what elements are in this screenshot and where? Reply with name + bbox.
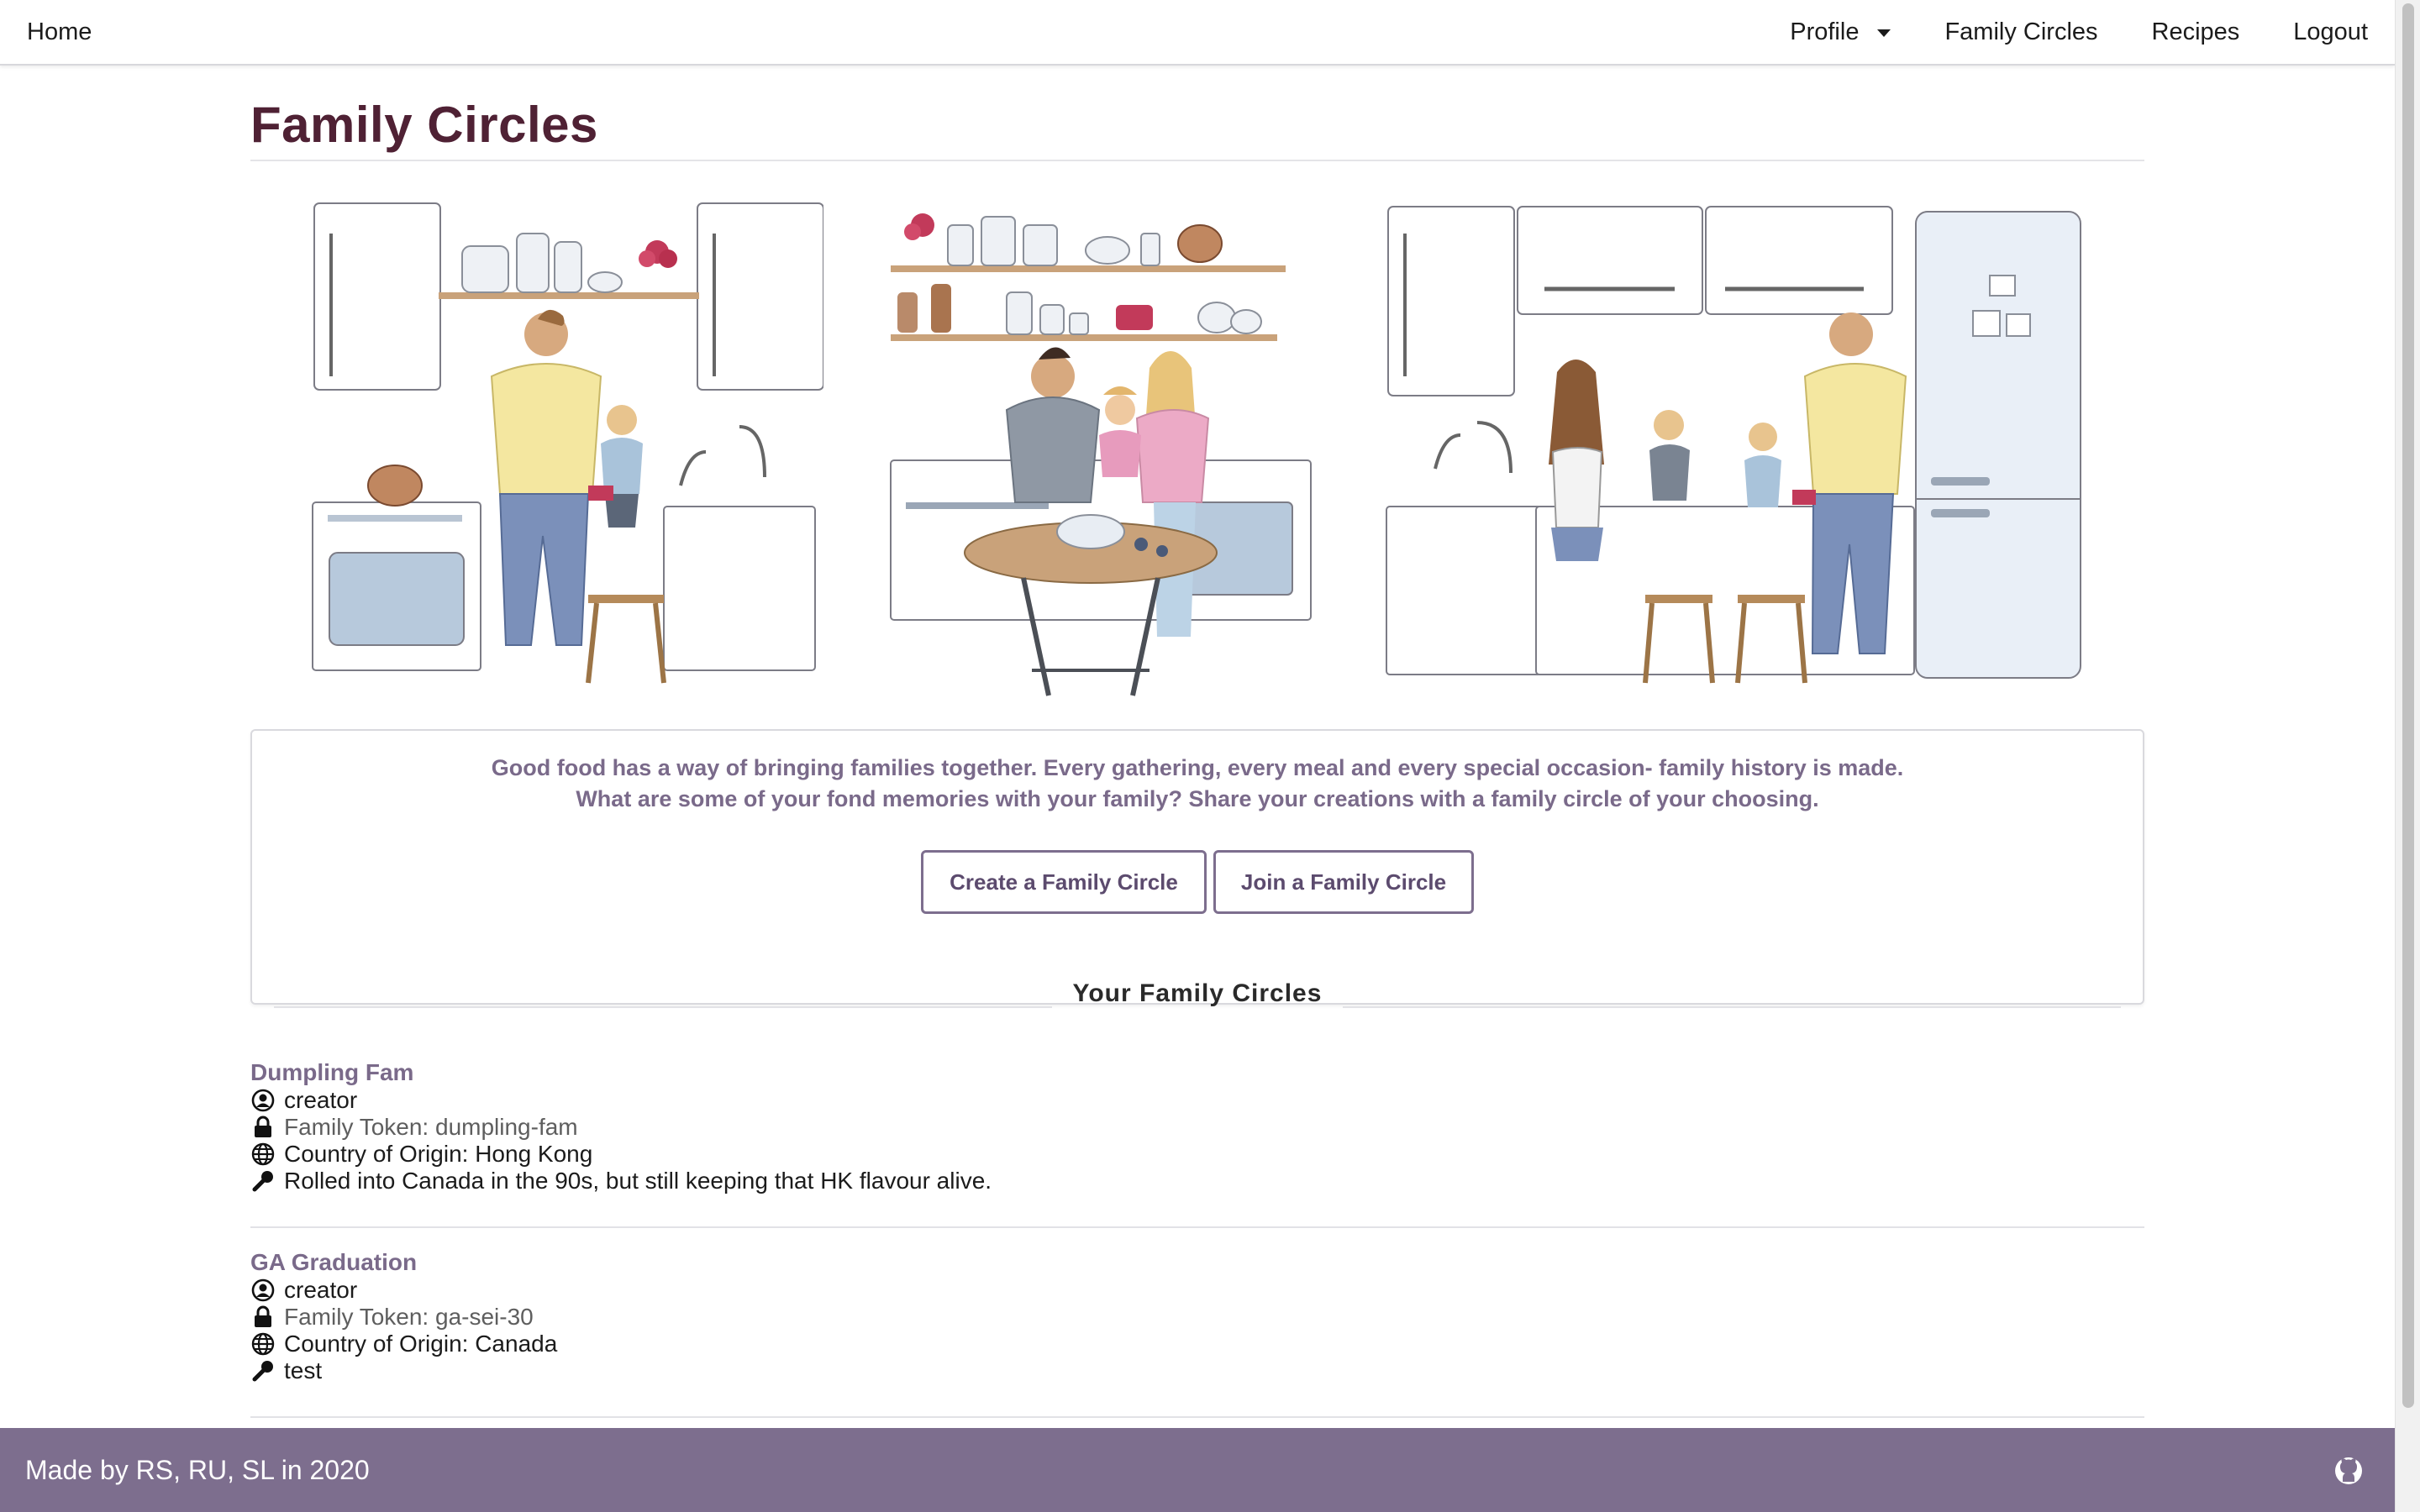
circle-country: Country of Origin: Hong Kong — [284, 1141, 593, 1167]
nav-family-circles-link[interactable]: Family Circles — [1944, 18, 2097, 46]
circle-token-row: Family Token: dumpling-fam — [250, 1114, 2144, 1141]
nav-recipes-link[interactable]: Recipes — [2152, 18, 2240, 46]
nav-profile-label: Profile — [1790, 18, 1860, 45]
intro-line-2: What are some of your fond memories with… — [576, 786, 1819, 811]
section-divider-right — [1343, 1006, 2121, 1008]
user-circle-icon — [250, 1088, 276, 1113]
intro-text: Good food has a way of bringing families… — [252, 753, 2143, 815]
family-circle-item: Dumpling Fam creator Family Token: dumpl… — [250, 1058, 2144, 1228]
circle-country: Country of Origin: Canada — [284, 1331, 558, 1357]
wrench-icon — [250, 1358, 276, 1383]
top-navbar: Home Profile Family Circles Recipes Logo… — [0, 0, 2395, 66]
circle-token: Family Token: dumpling-fam — [284, 1114, 578, 1140]
circle-role-row: creator — [250, 1277, 2144, 1304]
kitchen-illustration-family-counter — [1386, 206, 2081, 684]
circle-description: Rolled into Canada in the 90s, but still… — [284, 1168, 992, 1194]
footer-credit: Made by RS, RU, SL in 2020 — [25, 1455, 370, 1485]
globe-icon — [250, 1331, 276, 1357]
circle-description: test — [284, 1357, 323, 1383]
circle-country-row: Country of Origin: Hong Kong — [250, 1141, 2144, 1168]
intro-button-row: Create a Family Circle Join a Family Cir… — [252, 850, 2143, 914]
intro-card: Good food has a way of bringing families… — [250, 729, 2144, 1005]
nav-right-group: Profile Family Circles Recipes Logout — [1790, 0, 2368, 64]
circle-country-row: Country of Origin: Canada — [250, 1331, 2144, 1357]
join-family-circle-button[interactable]: Join a Family Circle — [1213, 850, 1474, 914]
lock-icon — [250, 1115, 276, 1140]
page-title: Family Circles — [250, 97, 598, 153]
kitchen-illustration-dad-child — [312, 202, 823, 684]
section-title: Your Family Circles — [1072, 979, 1323, 1007]
wrench-icon — [250, 1168, 276, 1194]
family-circle-name-link[interactable]: GA Graduation — [250, 1248, 2144, 1277]
title-divider — [250, 160, 2144, 161]
circle-role: creator — [284, 1087, 358, 1113]
intro-line-1: Good food has a way of bringing families… — [491, 755, 1904, 780]
circle-description-row: Rolled into Canada in the 90s, but still… — [250, 1168, 2144, 1194]
create-family-circle-button[interactable]: Create a Family Circle — [921, 850, 1207, 914]
scrollbar-thumb[interactable] — [2402, 3, 2414, 1408]
nav-home-link[interactable]: Home — [27, 0, 92, 64]
circle-token-row: Family Token: ga-sei-30 — [250, 1304, 2144, 1331]
circle-token: Family Token: ga-sei-30 — [284, 1304, 534, 1330]
circle-divider — [250, 1226, 2144, 1228]
circle-role-row: creator — [250, 1087, 2144, 1114]
circle-description-row: test — [250, 1357, 2144, 1384]
globe-icon — [250, 1142, 276, 1167]
family-circle-item: GA Graduation creator Family Token: ga-s… — [250, 1248, 2144, 1418]
page-scrollbar[interactable] — [2395, 0, 2420, 1512]
caret-down-icon — [1877, 29, 1891, 37]
nav-logout-link[interactable]: Logout — [2293, 18, 2368, 46]
page-footer: Made by RS, RU, SL in 2020 — [0, 1428, 2395, 1512]
lock-icon — [250, 1305, 276, 1330]
family-circle-name-link[interactable]: Dumpling Fam — [250, 1058, 2144, 1087]
nav-profile-dropdown[interactable]: Profile — [1790, 18, 1891, 46]
circle-divider — [250, 1416, 2144, 1418]
user-circle-icon — [250, 1278, 276, 1303]
kitchen-illustration-family-table — [890, 213, 1312, 696]
your-circles-header: Your Family Circles — [274, 979, 2121, 1021]
circle-role: creator — [284, 1277, 358, 1303]
github-icon[interactable] — [2334, 1457, 2363, 1485]
kitchen-illustrations — [250, 200, 2144, 780]
